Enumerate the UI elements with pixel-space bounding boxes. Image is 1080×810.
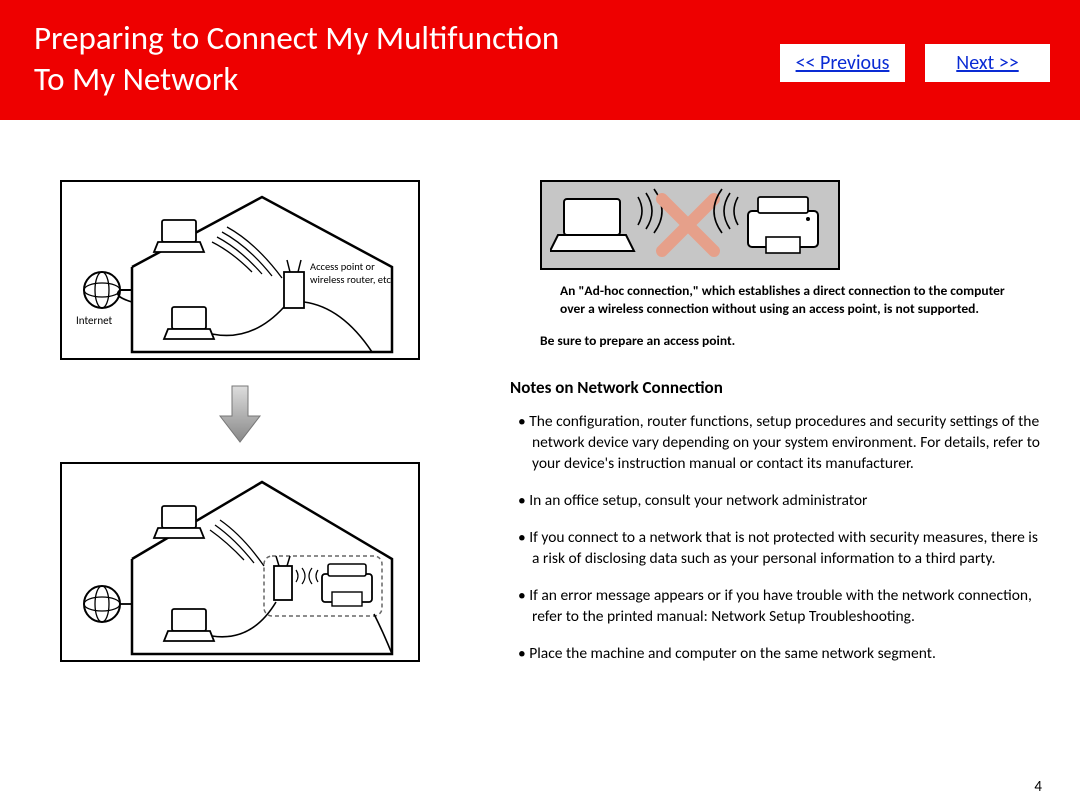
- title-line-2: To My Network: [34, 59, 238, 99]
- adhoc-illustration: [540, 180, 840, 270]
- adhoc-prepare-text: Be sure to prepare an access point.: [510, 332, 1040, 349]
- list-item: Place the machine and computer on the sa…: [518, 644, 1040, 665]
- svg-text:Internet: Internet: [76, 314, 113, 327]
- list-item: In an office setup, consult your network…: [518, 491, 1040, 512]
- svg-text:wireless router, etc.: wireless router, etc.: [310, 273, 393, 286]
- nav-buttons: << Previous Next >>: [780, 44, 1050, 82]
- page-number: 4: [1034, 778, 1042, 796]
- diagram-before: Internet: [60, 180, 420, 360]
- down-arrow-icon: [218, 378, 262, 444]
- content-area: Internet: [0, 120, 1080, 681]
- list-item: The configuration, router functions, set…: [518, 412, 1040, 475]
- right-column: An "Ad-hoc connection," which establishe…: [510, 180, 1050, 681]
- header-banner: Preparing to Connect My Multifunction To…: [0, 0, 1080, 120]
- diagram-after: [60, 462, 420, 662]
- notes-heading: Notes on Network Connection: [510, 377, 1040, 398]
- left-column: Internet: [30, 180, 450, 681]
- svg-text:Access point or: Access point or: [310, 260, 375, 273]
- list-item: If an error message appears or if you ha…: [518, 586, 1040, 628]
- notes-list: The configuration, router functions, set…: [510, 412, 1040, 664]
- next-button[interactable]: Next >>: [925, 44, 1050, 82]
- list-item: If you connect to a network that is not …: [518, 528, 1040, 570]
- previous-button[interactable]: << Previous: [780, 44, 905, 82]
- adhoc-warning-text: An "Ad-hoc connection," which establishe…: [510, 282, 1030, 318]
- title-line-1: Preparing to Connect My Multifunction: [34, 18, 559, 58]
